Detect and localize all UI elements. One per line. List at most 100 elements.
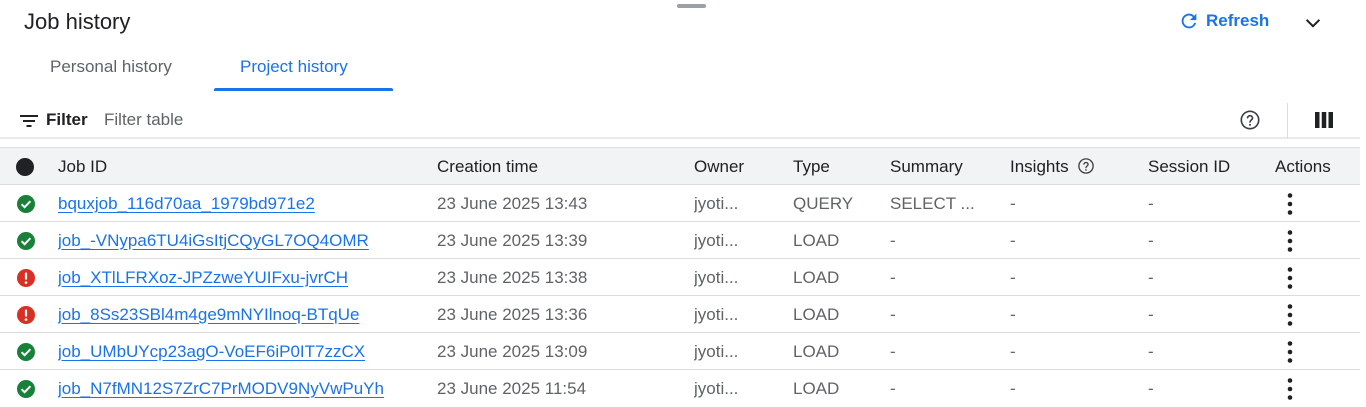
- more-vert-icon[interactable]: [1287, 266, 1293, 290]
- more-vert-icon[interactable]: [1287, 192, 1293, 216]
- filter-icon[interactable]: [20, 112, 38, 130]
- insights-cell: -: [1010, 305, 1016, 324]
- tab-personal-history[interactable]: Personal history: [50, 57, 172, 77]
- toolbar-divider: [1287, 103, 1288, 139]
- job-id-link[interactable]: job_UMbUYcp23agO-VoEF6iP0IT7zzCX: [58, 342, 365, 361]
- column-header-insights-label: Insights: [1010, 157, 1069, 176]
- history-tabs: Personal history Project history: [0, 44, 1360, 139]
- more-vert-icon[interactable]: [1287, 377, 1293, 401]
- filter-label[interactable]: Filter: [46, 110, 88, 130]
- column-header-job-id[interactable]: Job ID: [58, 148, 428, 186]
- job-id-link[interactable]: job_XTlLFRXoz-JPZzweYUIFxu-jvrCH: [58, 268, 348, 287]
- error-icon: [17, 306, 35, 324]
- check-circle-icon: [17, 232, 35, 250]
- status-cell: [16, 259, 36, 296]
- table-row: job_-VNypa6TU4iGsItjCQyGL7OQ4OMR 23 June…: [0, 222, 1360, 259]
- table-toolbar: Filter: [0, 95, 1360, 147]
- creation-time-cell: 23 June 2025 13:36: [437, 305, 588, 324]
- table-header-row: Job ID Creation time Owner Type Summary …: [0, 147, 1360, 185]
- status-cell: [16, 222, 36, 259]
- job-id-cell: bquxjob_116d70aa_1979bd971e2: [58, 185, 428, 222]
- more-vert-icon[interactable]: [1287, 340, 1293, 364]
- actions-cell: [1275, 370, 1355, 407]
- table-row: job_8Ss23SBl4m4ge9mNYIlnoq-BTqUe 23 June…: [0, 296, 1360, 333]
- page-title: Job history: [24, 9, 131, 34]
- owner-cell: jyoti...: [694, 379, 739, 398]
- job-id-link[interactable]: job_-VNypa6TU4iGsItjCQyGL7OQ4OMR: [58, 231, 369, 250]
- actions-cell: [1275, 259, 1355, 296]
- creation-time-cell: 23 June 2025 13:09: [437, 342, 588, 361]
- owner-cell: jyoti...: [694, 305, 739, 324]
- session-id-cell: -: [1148, 379, 1154, 398]
- more-vert-icon[interactable]: [1287, 229, 1293, 253]
- type-cell: LOAD: [793, 379, 840, 398]
- check-circle-icon: [17, 195, 35, 213]
- session-id-cell: -: [1148, 231, 1154, 250]
- creation-time-cell: 23 June 2025 13:43: [437, 194, 588, 213]
- check-circle-icon: [17, 343, 35, 361]
- summary-cell: SELECT ...: [890, 194, 975, 213]
- job-id-link[interactable]: bquxjob_116d70aa_1979bd971e2: [58, 194, 315, 213]
- job-history-header: Job history Refresh: [0, 0, 1366, 44]
- actions-cell: [1275, 333, 1355, 370]
- insights-cell: -: [1010, 268, 1016, 287]
- column-header-type[interactable]: Type: [793, 148, 883, 186]
- status-cell: [16, 185, 36, 222]
- refresh-button[interactable]: Refresh: [1178, 10, 1269, 32]
- column-header-owner[interactable]: Owner: [694, 148, 784, 186]
- creation-time-cell: 23 June 2025 11:54: [437, 379, 587, 398]
- chevron-down-icon[interactable]: [1302, 12, 1324, 34]
- job-id-cell: job_N7fMN12S7ZrC7PrMODV9NyVwPuYh: [58, 370, 428, 407]
- session-id-cell: -: [1148, 268, 1154, 287]
- check-circle-icon: [17, 380, 35, 398]
- type-cell: LOAD: [793, 268, 840, 287]
- table-row: bquxjob_116d70aa_1979bd971e2 23 June 202…: [0, 185, 1360, 222]
- status-dot-icon: [16, 158, 34, 176]
- owner-cell: jyoti...: [694, 342, 739, 361]
- job-id-link[interactable]: job_N7fMN12S7ZrC7PrMODV9NyVwPuYh: [58, 379, 384, 398]
- column-header-session-id[interactable]: Session ID: [1148, 148, 1268, 186]
- creation-time-cell: 23 June 2025 13:39: [437, 231, 588, 250]
- column-header-actions: Actions: [1275, 157, 1331, 176]
- job-id-cell: job_UMbUYcp23agO-VoEF6iP0IT7zzCX: [58, 333, 428, 370]
- summary-cell: -: [890, 268, 896, 287]
- owner-cell: jyoti...: [694, 231, 739, 250]
- refresh-icon: [1181, 13, 1197, 29]
- column-header-creation-time[interactable]: Creation time: [437, 148, 687, 186]
- job-id-link[interactable]: job_8Ss23SBl4m4ge9mNYIlnoq-BTqUe: [58, 305, 359, 324]
- help-icon[interactable]: [1077, 157, 1095, 175]
- summary-cell: -: [890, 379, 896, 398]
- status-cell: [16, 296, 36, 333]
- column-display-icon[interactable]: [1314, 110, 1334, 130]
- session-id-cell: -: [1148, 194, 1154, 213]
- status-column-header: [16, 148, 36, 186]
- owner-cell: jyoti...: [694, 194, 739, 213]
- job-id-cell: job_-VNypa6TU4iGsItjCQyGL7OQ4OMR: [58, 222, 428, 259]
- actions-cell: [1275, 296, 1355, 333]
- insights-cell: -: [1010, 379, 1016, 398]
- insights-cell: -: [1010, 194, 1016, 213]
- column-header-summary[interactable]: Summary: [890, 148, 1000, 186]
- error-icon: [17, 269, 35, 287]
- refresh-label: Refresh: [1206, 11, 1270, 30]
- actions-cell: [1275, 222, 1355, 259]
- tab-project-history[interactable]: Project history: [240, 57, 348, 77]
- status-cell: [16, 333, 36, 370]
- help-icon[interactable]: [1239, 109, 1261, 131]
- table-row: job_UMbUYcp23agO-VoEF6iP0IT7zzCX 23 June…: [0, 333, 1360, 370]
- table-row: job_N7fMN12S7ZrC7PrMODV9NyVwPuYh 23 June…: [0, 370, 1360, 407]
- insights-cell: -: [1010, 231, 1016, 250]
- type-cell: LOAD: [793, 231, 840, 250]
- type-cell: QUERY: [793, 194, 854, 213]
- filter-table-input[interactable]: [104, 107, 704, 133]
- job-id-cell: job_8Ss23SBl4m4ge9mNYIlnoq-BTqUe: [58, 296, 428, 333]
- type-cell: LOAD: [793, 342, 840, 361]
- column-header-insights[interactable]: Insights: [1010, 148, 1140, 186]
- insights-cell: -: [1010, 342, 1016, 361]
- session-id-cell: -: [1148, 305, 1154, 324]
- more-vert-icon[interactable]: [1287, 303, 1293, 327]
- job-id-cell: job_XTlLFRXoz-JPZzweYUIFxu-jvrCH: [58, 259, 428, 296]
- session-id-cell: -: [1148, 342, 1154, 361]
- active-tab-indicator: [214, 88, 393, 91]
- summary-cell: -: [890, 305, 896, 324]
